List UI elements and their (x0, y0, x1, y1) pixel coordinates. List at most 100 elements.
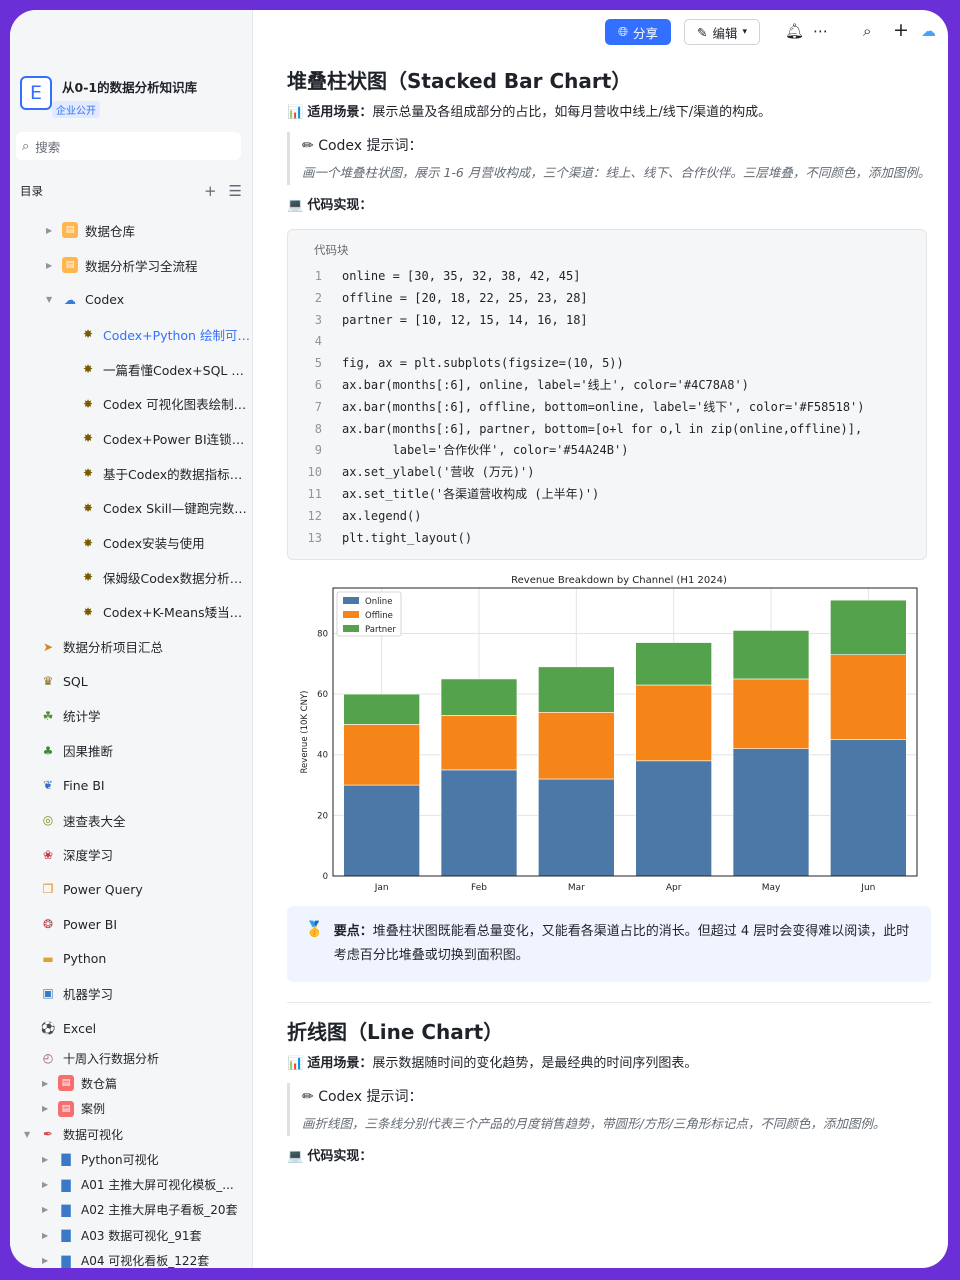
bell-icon[interactable]: 🔔︎ (785, 22, 804, 40)
toc-item[interactable]: ▬ Python (10, 941, 252, 976)
toc-item[interactable]: ♣ 因果推断 (10, 733, 252, 768)
toc-item-label: A04 可视化看板_122套 (81, 1254, 210, 1268)
barchart-icon: ▇ (61, 1228, 71, 1243)
share-button[interactable]: 🌐︎ 分享 (605, 19, 671, 45)
toc-item[interactable]: ▶ ▇ Python可视化 (10, 1147, 252, 1172)
caret-right-icon[interactable]: ▶ (46, 261, 52, 270)
toc-item-label: 因果推断 (63, 744, 114, 760)
code-line: 5 fig, ax = plt.subplots(figsize=(10, 5)) (288, 353, 926, 375)
edit-label: 编辑 (712, 25, 738, 41)
toc-item[interactable]: ✸ Codex+K-Means矮当劳满... (10, 595, 252, 630)
sprout-icon: ☘ (42, 708, 54, 723)
toc-tree: ▶ ▤ 数据仓库 ▶ ▤ 数据分析学习全流程 ▼ ☁ Codex ✸ Codex+Python 绘制… (10, 213, 252, 1268)
add-icon[interactable]: + (893, 19, 909, 41)
caret-down-icon[interactable]: ▼ (24, 1130, 30, 1139)
toc-item[interactable]: ▣ 机器学习 (10, 976, 252, 1011)
caret-right-icon[interactable]: ▶ (42, 1205, 48, 1214)
chart-title: Revenue Breakdown by Channel (H1 2024) (511, 575, 727, 586)
toc-item[interactable]: ▶ ▤ 数据仓库 (10, 213, 252, 248)
toc-item-label: Codex+Python 绘制可视... (103, 327, 252, 343)
toc-item[interactable]: ▶ ▤ 数据分析学习全流程 (10, 248, 252, 283)
toc-item[interactable]: ♛ SQL (10, 664, 252, 699)
bar-offline (343, 724, 420, 786)
toc-item[interactable]: ◎ 速查表大全 (10, 803, 252, 838)
toc-item-label: Codex+K-Means矮当劳满... (103, 605, 252, 621)
line-number: 4 (314, 334, 322, 349)
toc-item[interactable]: ▶ ▤ 数仓篇 (10, 1071, 252, 1096)
sparkle-icon: ✸ (82, 500, 94, 515)
edit-button[interactable]: ✎ 编辑 ▾ (684, 19, 760, 45)
toc-item-label: Fine BI (63, 777, 105, 793)
gift-icon: ❐ (42, 882, 54, 897)
toc-item-label: 深度学习 (63, 848, 114, 864)
sparkle-icon: ✸ (82, 362, 94, 377)
barchart-icon: ▇ (61, 1253, 71, 1268)
toc-item[interactable]: ➤ 数据分析项目汇总 (10, 629, 252, 664)
toc-item[interactable]: ▼ ☁ Codex (10, 282, 252, 317)
search-box[interactable]: ⌕ 搜索 (16, 132, 241, 160)
caret-right-icon[interactable]: ▶ (42, 1104, 48, 1113)
caret-right-icon[interactable]: ▶ (42, 1079, 48, 1088)
toc-item[interactable]: ❀ 深度学习 (10, 837, 252, 872)
toc-item[interactable]: ✸ 基于Codex的数据指标体... (10, 456, 252, 491)
search-placeholder: 搜索 (35, 139, 61, 155)
toc-item[interactable]: ✸ Codex+Power BI连锁糕点... (10, 421, 252, 456)
line-number: 1 (314, 269, 322, 283)
toc-item[interactable]: ▶ ▇ A02 主推大屏电子看板_20套 (10, 1197, 252, 1222)
caret-down-icon[interactable]: ▼ (46, 295, 52, 304)
toc-item[interactable]: ❦ Fine BI (10, 768, 252, 803)
toc-item[interactable]: ▶ ▇ A04 可视化看板_122套 (10, 1248, 252, 1268)
toc-item-label: Python可视化 (81, 1152, 159, 1167)
barchart-icon: ▇ (61, 1152, 71, 1167)
caret-right-icon[interactable]: ▶ (42, 1180, 48, 1189)
caret-right-icon[interactable]: ▶ (42, 1256, 48, 1265)
knowledge-base-header[interactable]: E 从0-1的数据分析知识库 企业公开 (20, 76, 197, 118)
medal-icon: 🥇 (305, 920, 324, 939)
toc-item[interactable]: ✸ 保姆级Codex数据分析技... (10, 560, 252, 595)
toc-item[interactable]: ▼ ✒ 数据可视化 (10, 1121, 252, 1146)
document-body: 堆叠柱状图（Stacked Bar Chart） 📊 适用场景：展示总量及各组成… (287, 64, 937, 1172)
toc-item[interactable]: ✸ Codex+Python 绘制可视... (10, 317, 252, 352)
y-axis-label: Revenue (10K CNY) (300, 691, 310, 774)
x-tick-label: May (762, 883, 781, 893)
barchart-icon: ▇ (61, 1202, 71, 1217)
code-line: 3 partner = [10, 12, 15, 14, 16, 18] (288, 310, 926, 332)
add-icon[interactable]: + (204, 182, 217, 200)
toc-item[interactable]: ◴ 十周入行数据分析 (10, 1046, 252, 1071)
code-line: 9 label='合作伙伴', color='#54A24B') (288, 440, 926, 462)
toc-item[interactable]: ▶ ▇ A03 数据可视化_91套 (10, 1223, 252, 1248)
toc-item[interactable]: ▶ ▤ 案例 (10, 1096, 252, 1121)
toc-item[interactable]: ⚽ Excel (10, 1011, 252, 1046)
bar-online (635, 760, 712, 877)
toc-item[interactable]: ✸ Codex Skill—键跑完数据... (10, 491, 252, 526)
code-label: 代码实现： (307, 198, 373, 213)
toc-item-label: 数据分析学习全流程 (85, 258, 198, 274)
bar-offline (440, 715, 518, 771)
code-line: 13 plt.tight_layout() (288, 528, 926, 550)
clock-icon: ◴ (42, 1051, 54, 1066)
code-block[interactable]: 代码块 1 online = [30, 35, 32, 38, 42, 45] 2 o… (287, 229, 927, 561)
more-icon[interactable]: ⋯ (813, 22, 828, 40)
code-block-header: 代码块 (314, 243, 349, 257)
toc-item-label: 机器学习 (63, 986, 114, 1002)
kb-title: 从0-1的数据分析知识库 (62, 80, 198, 95)
search-icon[interactable]: ⌕ (863, 22, 871, 40)
code-line: 8 ax.bar(months[:6], partner, bottom=[o+l… (288, 419, 926, 441)
toc-item-label: Codex (85, 292, 125, 308)
list-icon[interactable]: ☰ (229, 182, 242, 200)
toc-item[interactable]: ❂ Power BI (10, 907, 252, 942)
toc-item[interactable]: ☘ 统计学 (10, 699, 252, 734)
caret-right-icon[interactable]: ▶ (42, 1231, 48, 1240)
caret-right-icon[interactable]: ▶ (46, 226, 52, 235)
toc-item[interactable]: ▶ ▇ A01 主推大屏可视化模板_... (10, 1172, 252, 1197)
caret-right-icon[interactable]: ▶ (42, 1155, 48, 1164)
toc-item[interactable]: ✸ 一篇看懂Codex+SQL 实操... (10, 352, 252, 387)
plot-frame (332, 587, 918, 877)
toc-item[interactable]: ✸ Codex 可视化图表绘制全... (10, 386, 252, 421)
toc-item[interactable]: ❐ Power Query (10, 872, 252, 907)
toc-item[interactable]: ✸ Codex安装与使用 (10, 525, 252, 560)
cloud-icon[interactable]: ☁ (921, 22, 936, 40)
box-icon: ▬ (42, 951, 54, 966)
toc-item-label: 一篇看懂Codex+SQL 实操... (103, 362, 252, 378)
code-text: ax.legend() (342, 508, 422, 523)
